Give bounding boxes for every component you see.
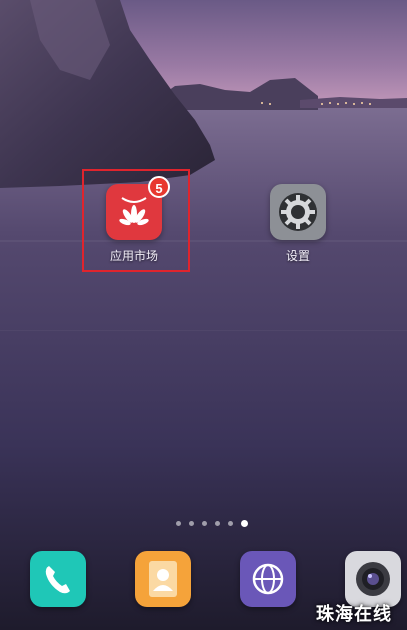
highlight-box bbox=[82, 169, 190, 272]
page-dot bbox=[228, 521, 233, 526]
page-dot-active bbox=[241, 520, 248, 527]
app-settings[interactable]: 设置 bbox=[243, 184, 353, 264]
phone-icon bbox=[45, 566, 70, 594]
settings-tile[interactable] bbox=[270, 184, 326, 240]
browser-icon bbox=[252, 563, 284, 595]
page-dot bbox=[176, 521, 181, 526]
dock-browser[interactable] bbox=[240, 551, 296, 607]
contacts-icon bbox=[149, 561, 177, 597]
page-indicator bbox=[176, 520, 248, 527]
page-dot bbox=[215, 521, 220, 526]
app-label: 设置 bbox=[285, 249, 310, 263]
dock-camera[interactable] bbox=[345, 551, 401, 607]
dock-contacts[interactable] bbox=[135, 551, 191, 607]
page-dot bbox=[202, 521, 207, 526]
gear-icon bbox=[279, 193, 317, 231]
dock-phone[interactable] bbox=[30, 551, 86, 607]
page-dot bbox=[189, 521, 194, 526]
camera-icon bbox=[356, 562, 390, 596]
wallpaper bbox=[0, 0, 407, 630]
watermark: 珠海在线 bbox=[316, 604, 392, 625]
